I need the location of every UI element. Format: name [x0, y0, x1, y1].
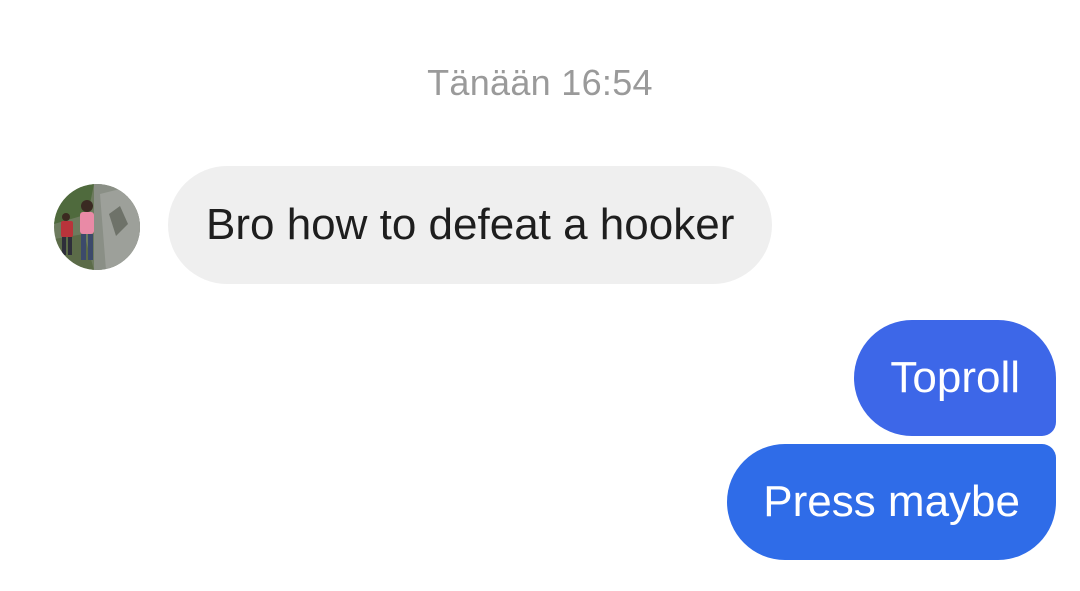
incoming-message-bubble[interactable]: Bro how to defeat a hooker	[168, 166, 773, 284]
message-timestamp: Tänään 16:54	[427, 62, 653, 103]
avatar-photo-icon	[54, 184, 140, 270]
incoming-message-row: Bro how to defeat a hooker	[54, 166, 773, 284]
outgoing-message-bubble[interactable]: Press maybe	[727, 444, 1056, 560]
outgoing-message-bubble[interactable]: Toproll	[854, 320, 1056, 436]
chat-conversation: Tänään 16:54 Bro how to defeat a hooker	[0, 0, 1080, 591]
contact-avatar[interactable]	[54, 184, 140, 270]
outgoing-message-group: Toproll Press maybe	[727, 320, 1056, 560]
